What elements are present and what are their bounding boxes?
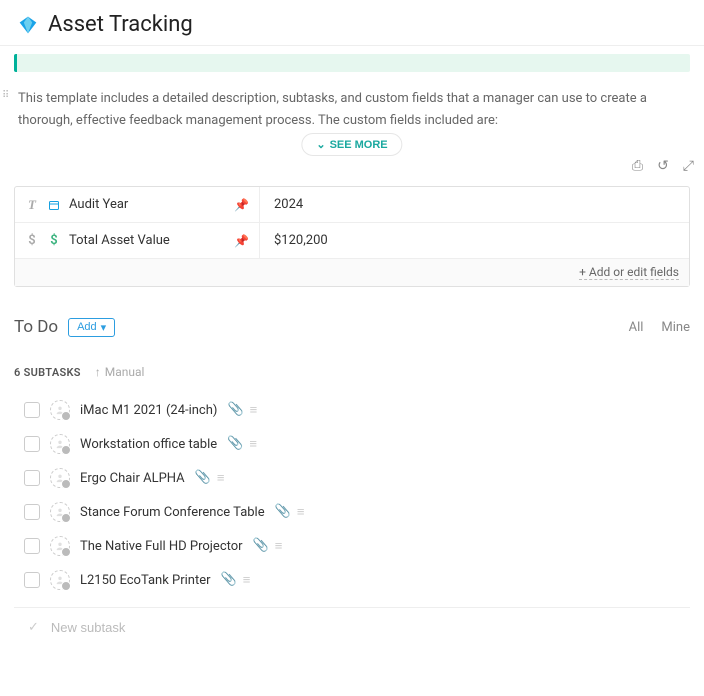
add-button[interactable]: Add ▾ xyxy=(68,318,115,337)
pin-icon[interactable]: 📌 xyxy=(234,234,249,248)
new-subtask-input[interactable] xyxy=(51,620,676,635)
assignee-avatar[interactable] xyxy=(50,434,70,454)
header: Asset Tracking xyxy=(0,0,704,46)
section-header: To Do Add ▾ All Mine xyxy=(0,287,704,347)
sort-control[interactable]: ↑ Manual xyxy=(95,365,145,379)
chevron-down-icon: ⌄ xyxy=(316,138,325,151)
field-row: $ $ Total Asset Value 📌 $120,200 xyxy=(15,223,689,259)
section-title: To Do xyxy=(14,317,58,337)
menu-icon[interactable]: ≡ xyxy=(249,436,257,452)
field-name: Audit Year xyxy=(69,197,128,212)
filter-all[interactable]: All xyxy=(629,320,644,335)
drag-handle-icon[interactable]: ⠿ xyxy=(2,90,8,101)
attachment-icon[interactable]: 📎 xyxy=(227,436,243,452)
task-row: Stance Forum Conference Table 📎 ≡ xyxy=(24,495,690,529)
print-icon[interactable]: ⎙ xyxy=(632,158,643,174)
fields-footer: + Add or edit fields xyxy=(15,259,689,286)
menu-icon[interactable]: ≡ xyxy=(217,470,225,486)
sort-label: Manual xyxy=(105,365,145,379)
caret-down-icon: ▾ xyxy=(101,321,107,334)
task-checkbox[interactable] xyxy=(24,470,40,486)
menu-icon[interactable]: ≡ xyxy=(243,572,251,588)
expand-icon[interactable]: ⤢ xyxy=(683,158,694,174)
attachment-icon[interactable]: 📎 xyxy=(275,504,291,520)
custom-fields-card: T Audit Year 📌 2024 $ $ Total Asset Valu… xyxy=(14,186,690,287)
pin-icon[interactable]: 📌 xyxy=(234,198,249,212)
calendar-icon xyxy=(47,199,61,211)
description-text: This template includes a detailed descri… xyxy=(18,88,686,132)
assignee-avatar[interactable] xyxy=(50,536,70,556)
task-row: Ergo Chair ALPHA 📎 ≡ xyxy=(24,461,690,495)
toolbar-right: ⎙ ↺ ⤢ xyxy=(0,158,704,180)
field-row: T Audit Year 📌 2024 xyxy=(15,187,689,223)
field-value[interactable]: $120,200 xyxy=(260,233,689,248)
add-label: Add xyxy=(77,321,97,333)
attachment-icon[interactable]: 📎 xyxy=(253,538,269,554)
task-row: The Native Full HD Projector 📎 ≡ xyxy=(24,529,690,563)
assignee-avatar[interactable] xyxy=(50,400,70,420)
field-label-cell[interactable]: $ $ Total Asset Value 📌 xyxy=(15,223,260,258)
task-title[interactable]: Workstation office table xyxy=(80,437,217,452)
menu-icon[interactable]: ≡ xyxy=(250,402,258,418)
task-title[interactable]: iMac M1 2021 (24-inch) xyxy=(80,403,217,418)
subtasks-bar: 6 SUBTASKS ↑ Manual xyxy=(0,347,704,387)
task-title[interactable]: Stance Forum Conference Table xyxy=(80,505,265,520)
menu-icon[interactable]: ≡ xyxy=(275,538,283,554)
sort-arrow-icon: ↑ xyxy=(95,365,101,379)
money-icon: $ xyxy=(47,233,61,248)
field-label-cell[interactable]: T Audit Year 📌 xyxy=(15,187,260,222)
task-list: iMac M1 2021 (24-inch) 📎 ≡ Workstation of… xyxy=(0,387,704,597)
currency-type-icon: $ xyxy=(25,233,39,248)
check-icon: ✓ xyxy=(28,620,39,635)
task-title[interactable]: Ergo Chair ALPHA xyxy=(80,471,185,486)
filters: All Mine xyxy=(629,320,690,335)
info-banner xyxy=(14,54,690,72)
task-checkbox[interactable] xyxy=(24,572,40,588)
field-value[interactable]: 2024 xyxy=(260,197,689,212)
menu-icon[interactable]: ≡ xyxy=(297,504,305,520)
filter-mine[interactable]: Mine xyxy=(661,320,690,335)
task-title[interactable]: The Native Full HD Projector xyxy=(80,539,243,554)
attachment-icon[interactable]: 📎 xyxy=(195,470,211,486)
history-icon[interactable]: ↺ xyxy=(657,158,669,174)
description-block: ⠿ This template includes a detailed desc… xyxy=(0,76,704,158)
task-row: iMac M1 2021 (24-inch) 📎 ≡ xyxy=(24,393,690,427)
task-checkbox[interactable] xyxy=(24,436,40,452)
task-checkbox[interactable] xyxy=(24,504,40,520)
task-checkbox[interactable] xyxy=(24,538,40,554)
see-more-button[interactable]: ⌄ SEE MORE xyxy=(301,133,402,156)
field-name: Total Asset Value xyxy=(69,233,170,248)
new-subtask-row: ✓ xyxy=(14,607,690,647)
see-more-label: SEE MORE xyxy=(330,139,388,151)
attachment-icon[interactable]: 📎 xyxy=(227,402,243,418)
task-row: Workstation office table 📎 ≡ xyxy=(24,427,690,461)
subtasks-count: 6 SUBTASKS xyxy=(14,366,81,379)
task-row: L2150 EcoTank Printer 📎 ≡ xyxy=(24,563,690,597)
add-edit-fields-link[interactable]: + Add or edit fields xyxy=(579,265,679,280)
task-title[interactable]: L2150 EcoTank Printer xyxy=(80,573,211,588)
task-checkbox[interactable] xyxy=(24,402,40,418)
assignee-avatar[interactable] xyxy=(50,468,70,488)
assignee-avatar[interactable] xyxy=(50,570,70,590)
page-title: Asset Tracking xyxy=(48,12,193,37)
diamond-icon xyxy=(18,15,38,35)
text-type-icon: T xyxy=(25,197,39,213)
attachment-icon[interactable]: 📎 xyxy=(221,572,237,588)
assignee-avatar[interactable] xyxy=(50,502,70,522)
